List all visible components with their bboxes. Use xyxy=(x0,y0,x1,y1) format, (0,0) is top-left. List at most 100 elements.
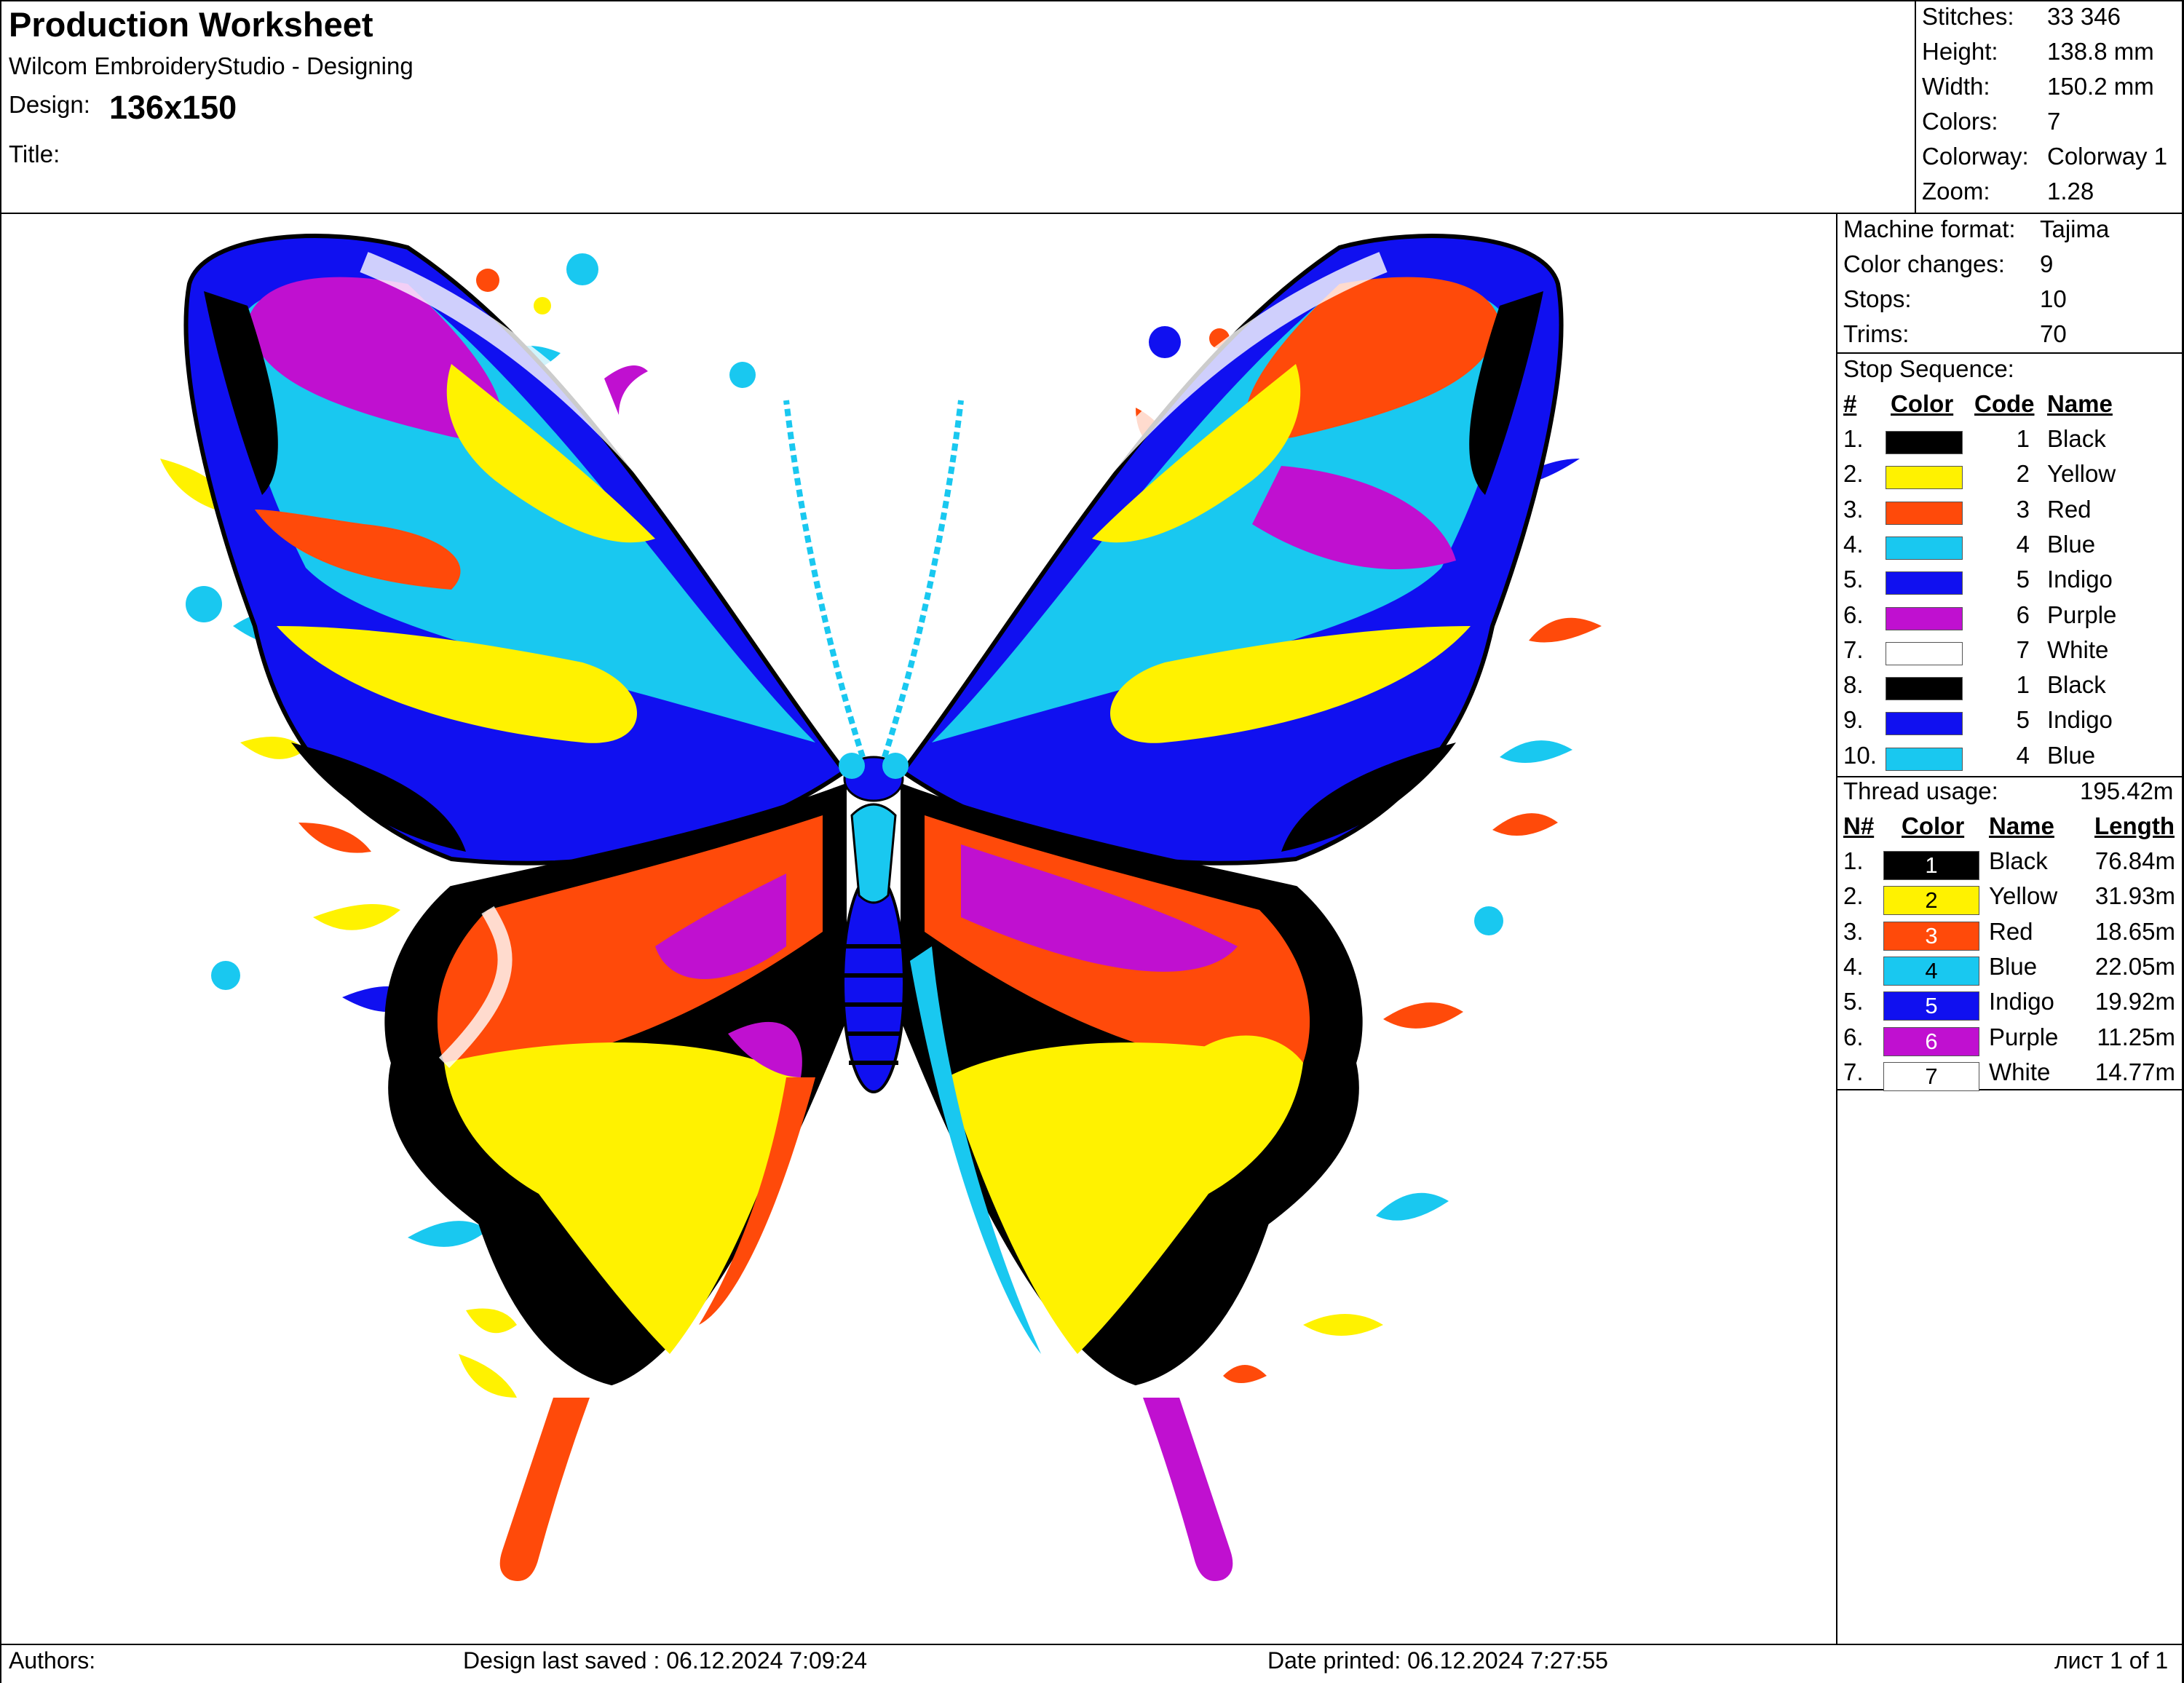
width-value: 150.2 mm xyxy=(2047,73,2154,100)
stitches-value: 33 346 xyxy=(2047,3,2121,30)
trims-label: Trims: xyxy=(1843,320,1910,347)
summary-box-left xyxy=(1915,0,1916,214)
design-value: 136x150 xyxy=(109,89,237,126)
stopseq-header-code: Code xyxy=(1974,390,2035,417)
stopseq-color-swatch xyxy=(1886,712,1963,736)
machine-format-label: Machine format: xyxy=(1843,215,2016,242)
machine-format-value: Tajima xyxy=(2040,215,2110,242)
thread-num: 4. xyxy=(1843,952,1864,980)
footer-last-saved: Design last saved : 06.12.2024 7:09:24 xyxy=(463,1647,868,1674)
thread-color-swatch: 5 xyxy=(1883,991,1979,1021)
stopseq-code: 7 xyxy=(2016,635,2030,663)
thread-color-swatch: 1 xyxy=(1883,851,1979,880)
thread-length: 18.65m xyxy=(2094,917,2175,945)
stop-sequence-title: Stop Sequence: xyxy=(1843,355,2014,382)
header-divider xyxy=(0,213,2184,214)
stopseq-code: 5 xyxy=(2016,566,2030,593)
stopseq-color-swatch xyxy=(1886,431,1963,454)
thread-num: 5. xyxy=(1843,988,1864,1015)
stopseq-code: 4 xyxy=(2016,741,2030,769)
thread-num: 7. xyxy=(1843,1058,1864,1085)
machine-divider xyxy=(1836,352,2184,354)
thread-color-swatch: 3 xyxy=(1883,921,1979,951)
thread-usage-total: 195.42m xyxy=(2080,777,2174,804)
thread-num: 3. xyxy=(1843,917,1864,945)
top-border xyxy=(0,0,2184,1)
color-changes-label: Color changes: xyxy=(1843,250,2005,277)
stopseq-code: 2 xyxy=(2016,460,2030,488)
stopseq-color-swatch xyxy=(1886,606,1963,630)
thread-length: 11.25m xyxy=(2097,1023,2175,1050)
width-label: Width: xyxy=(1922,73,1990,100)
stopseq-code: 1 xyxy=(2016,425,2030,452)
stopseq-header-color: Color xyxy=(1891,390,1954,417)
stopseq-num: 9. xyxy=(1843,706,1864,734)
stopseq-num: 5. xyxy=(1843,566,1864,593)
stopseq-name: Yellow xyxy=(2047,460,2116,488)
colorway-value: Colorway 1 xyxy=(2047,143,2168,170)
thread-num: 6. xyxy=(1843,1023,1864,1050)
thread-header-color: Color xyxy=(1902,812,1965,839)
stops-label: Stops: xyxy=(1843,285,1912,312)
thread-name: Indigo xyxy=(1989,988,2054,1015)
stitches-label: Stitches: xyxy=(1922,3,2014,30)
stopseq-code: 3 xyxy=(2016,495,2030,523)
stops-value: 10 xyxy=(2040,285,2067,312)
footer-divider xyxy=(0,1644,2184,1645)
stopseq-num: 4. xyxy=(1843,530,1864,558)
thread-header-length: Length xyxy=(2094,812,2175,839)
colors-value: 7 xyxy=(2047,108,2061,135)
thread-name: Blue xyxy=(1989,952,2038,980)
stopseq-name: White xyxy=(2047,635,2109,663)
thread-length: 76.84m xyxy=(2094,847,2175,874)
stopseq-name: Black xyxy=(2047,671,2106,699)
stopseq-name: Blue xyxy=(2047,741,2096,769)
stopseq-num: 1. xyxy=(1843,425,1864,452)
left-upper-wing xyxy=(183,234,848,866)
thread-name: Black xyxy=(1989,847,2048,874)
trims-value: 70 xyxy=(2040,320,2067,347)
stopseq-code: 5 xyxy=(2016,706,2030,734)
left-tail xyxy=(499,1398,590,1581)
colors-label: Colors: xyxy=(1922,108,1998,135)
thread-num: 2. xyxy=(1843,882,1864,910)
footer-authors: Authors: xyxy=(9,1647,96,1674)
stopseq-code: 4 xyxy=(2016,530,2030,558)
stopseq-num: 6. xyxy=(1843,601,1864,628)
zoom-value: 1.28 xyxy=(2047,178,2094,205)
side-panel-left xyxy=(1836,213,1837,1645)
height-label: Height: xyxy=(1922,38,1998,65)
title-label: Title: xyxy=(9,140,60,167)
color-changes-value: 9 xyxy=(2040,250,2054,277)
stopseq-color-swatch xyxy=(1886,501,1963,525)
thread-usage-title: Thread usage: xyxy=(1843,777,1998,804)
stopseq-name: Red xyxy=(2047,495,2092,523)
footer-page: лист 1 of 1 xyxy=(2054,1647,2169,1674)
thread-num: 1. xyxy=(1843,847,1864,874)
worksheet-title: Production Worksheet xyxy=(9,5,373,44)
stopseq-color-swatch xyxy=(1886,536,1963,560)
stopseq-color-swatch xyxy=(1886,571,1963,595)
stopseq-header-num: # xyxy=(1843,390,1857,417)
right-tail xyxy=(1143,1398,1233,1581)
thread-color-swatch: 2 xyxy=(1883,886,1979,916)
thread-name: Red xyxy=(1989,917,2033,945)
stopseq-color-swatch xyxy=(1886,677,1963,701)
thread-length: 22.05m xyxy=(2094,952,2175,980)
stopseq-code: 1 xyxy=(2016,671,2030,699)
thread-name: Purple xyxy=(1989,1023,2059,1050)
thread-length: 31.93m xyxy=(2094,882,2175,910)
thread-name: White xyxy=(1989,1058,2051,1085)
stopseq-color-swatch xyxy=(1886,466,1963,490)
stopseq-name: Black xyxy=(2047,425,2106,452)
footer-date-printed: Date printed: 06.12.2024 7:27:55 xyxy=(1267,1647,1608,1674)
height-value: 138.8 mm xyxy=(2047,38,2154,65)
thread-color-swatch: 6 xyxy=(1883,1026,1979,1056)
thread-length: 14.77m xyxy=(2094,1058,2175,1085)
zoom-label: Zoom: xyxy=(1922,178,1990,205)
stopseq-num: 10. xyxy=(1843,741,1877,769)
stopseq-name: Blue xyxy=(2047,530,2096,558)
stopseq-name: Indigo xyxy=(2047,566,2113,593)
stopseq-num: 7. xyxy=(1843,635,1864,663)
colorway-label: Colorway: xyxy=(1922,143,2029,170)
